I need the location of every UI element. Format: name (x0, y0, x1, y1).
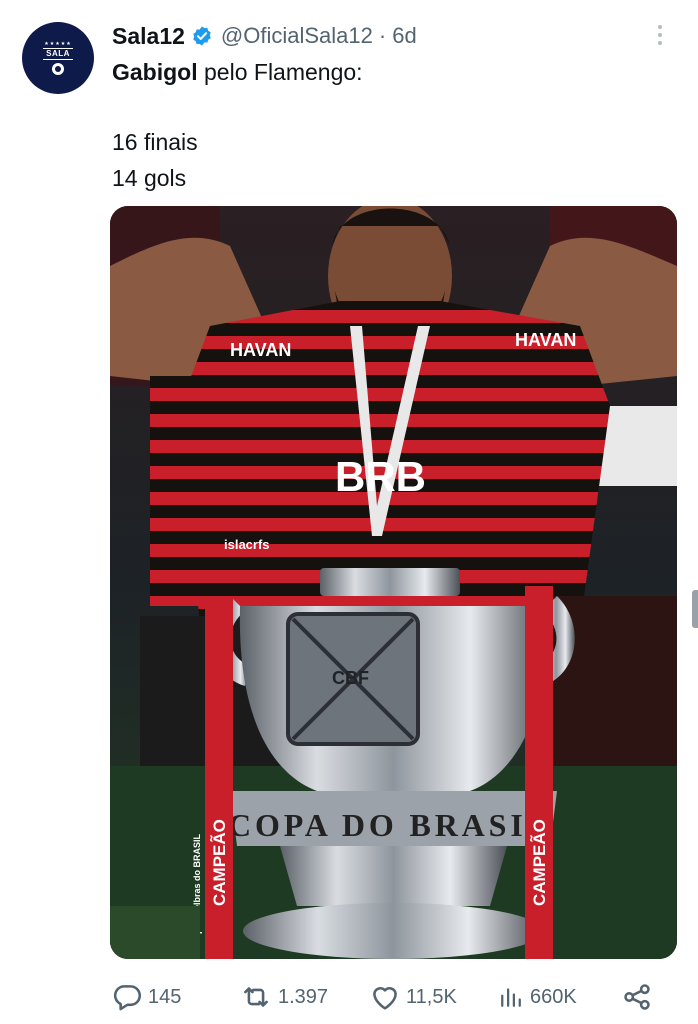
separator-dot: · (378, 23, 387, 48)
photo-illustration: BRB HAVAN HAVAN islacrfs CBF COPA DO BRA… (110, 206, 677, 959)
like-button[interactable]: 11,5K (368, 978, 457, 1016)
action-bar: 145 1.397 11,5K 660K (110, 978, 670, 1016)
trophy-band-text: COPA DO BRASIL (228, 807, 548, 843)
views-chart-icon (501, 988, 521, 1007)
ribbon-campeao-right: CAMPEÃO (529, 819, 549, 906)
tweet-text-line-3: 14 gols (112, 165, 187, 191)
share-button[interactable] (620, 978, 654, 1016)
author-handle[interactable]: @OficialSala12 (221, 23, 373, 49)
repost-count: 1.397 (278, 985, 329, 1008)
tweet[interactable]: ★★★★★ SALA Sala12 @OficialSala12 · 6d Ga… (0, 0, 698, 1024)
avatar-stars: ★★★★★ (44, 41, 72, 47)
reply-button[interactable]: 145 (110, 978, 181, 1016)
tweet-text-bold-name: Gabigol (112, 59, 198, 85)
verified-badge-icon (193, 26, 211, 46)
display-name[interactable]: Sala12 (112, 23, 185, 50)
tweet-text-line-2: 16 finais (112, 129, 198, 155)
more-options-icon[interactable] (650, 20, 670, 50)
tweet-media-photo[interactable]: BRB HAVAN HAVAN islacrfs CBF COPA DO BRA… (110, 206, 677, 959)
reply-count: 145 (148, 985, 182, 1008)
avatar-logo-text: SALA (43, 48, 73, 60)
like-count: 11,5K (406, 985, 457, 1008)
sponsor-havan-left-text: HAVAN (230, 340, 291, 360)
sponsor-havan-right-text: HAVAN (515, 330, 576, 350)
tweet-header: Sala12 @OficialSala12 · 6d (112, 18, 417, 54)
tweet-text-line-1: Gabigol pelo Flamengo: (112, 57, 363, 87)
ball-icon (52, 63, 64, 75)
sponsor-brb-text: BRB (335, 453, 426, 500)
photo-watermark: islacrfs (224, 537, 270, 552)
trophy-cbf-badge: CBF (332, 668, 369, 688)
avatar[interactable]: ★★★★★ SALA (22, 22, 94, 94)
share-icon (624, 984, 650, 1010)
views-button[interactable]: 660K (496, 978, 577, 1016)
timestamp[interactable]: 6d (392, 23, 416, 49)
repost-button[interactable]: 1.397 (238, 978, 328, 1016)
heart-icon (373, 987, 397, 1010)
reply-icon (113, 985, 142, 1011)
views-count: 660K (530, 985, 577, 1008)
tweet-text-rest: pelo Flamengo: (197, 59, 363, 85)
ribbon-campeao-left: CAMPEÃO (209, 819, 229, 906)
repost-icon (244, 987, 268, 1007)
scrollbar-thumb[interactable] (692, 590, 698, 628)
